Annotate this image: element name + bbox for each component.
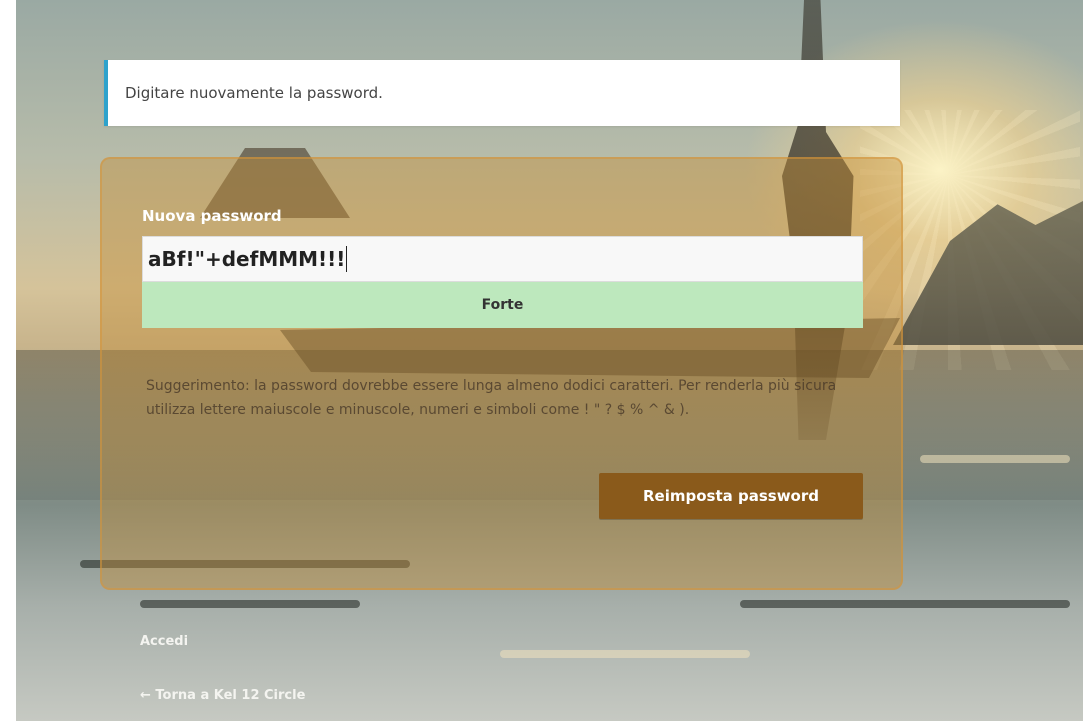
new-password-label: Nuova password xyxy=(142,207,282,225)
reset-password-button[interactable]: Reimposta password xyxy=(599,473,863,519)
text-caret xyxy=(346,246,348,272)
password-hint: Suggerimento: la password dovrebbe esser… xyxy=(146,378,837,418)
water-ripple xyxy=(500,650,750,658)
water-ripple xyxy=(920,455,1070,463)
water-ripple xyxy=(140,600,360,608)
login-link[interactable]: Accedi xyxy=(140,634,188,649)
new-password-input[interactable]: aBf!"+defMMM!!! xyxy=(142,236,863,282)
back-to-site-link[interactable]: ← Torna a Kel 12 Circle xyxy=(140,688,305,703)
strength-text: Forte xyxy=(481,297,524,313)
message-notice: Digitare nuovamente la password. xyxy=(104,60,900,126)
water-ripple xyxy=(740,600,1070,608)
page-edge xyxy=(0,0,16,721)
password-value: aBf!"+defMMM!!! xyxy=(148,247,346,271)
notice-text: Digitare nuovamente la password. xyxy=(125,84,383,102)
reset-password-form: Nuova password aBf!"+defMMM!!! Forte Sug… xyxy=(100,157,903,590)
password-strength-meter: Forte xyxy=(142,282,863,328)
